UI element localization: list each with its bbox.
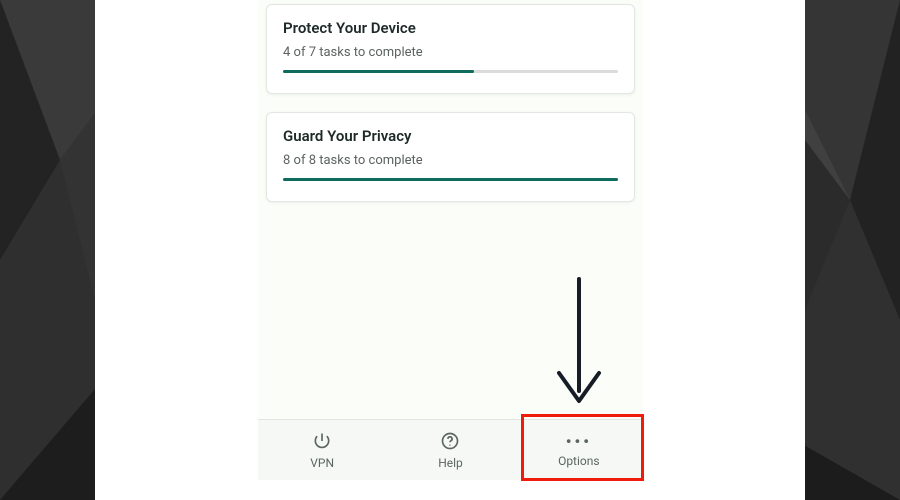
tab-help[interactable]: Help — [386, 420, 514, 480]
more-icon: ••• — [566, 432, 592, 452]
progress-fill — [283, 178, 618, 181]
card-protect-device[interactable]: Protect Your Device 4 of 7 tasks to comp… — [266, 4, 635, 94]
card-title: Protect Your Device — [283, 19, 618, 37]
progress-fill — [283, 70, 474, 73]
card-subtitle: 4 of 7 tasks to complete — [283, 45, 618, 60]
card-title: Guard Your Privacy — [283, 127, 618, 145]
card-subtitle: 8 of 8 tasks to complete — [283, 153, 618, 168]
tab-label: Help — [438, 456, 463, 470]
tab-options[interactable]: ••• Options — [515, 420, 643, 480]
card-guard-privacy[interactable]: Guard Your Privacy 8 of 8 tasks to compl… — [266, 112, 635, 202]
progress-track — [283, 178, 618, 181]
document-canvas: Protect Your Device 4 of 7 tasks to comp… — [95, 0, 805, 500]
tab-vpn[interactable]: VPN — [258, 420, 386, 480]
progress-track — [283, 70, 618, 73]
tab-label: Options — [558, 454, 600, 468]
help-icon — [440, 431, 460, 454]
tab-label: VPN — [310, 456, 334, 470]
power-icon — [312, 431, 332, 454]
security-app-panel: Protect Your Device 4 of 7 tasks to comp… — [258, 0, 643, 480]
bottom-tab-bar: VPN Help ••• Options — [258, 419, 643, 480]
